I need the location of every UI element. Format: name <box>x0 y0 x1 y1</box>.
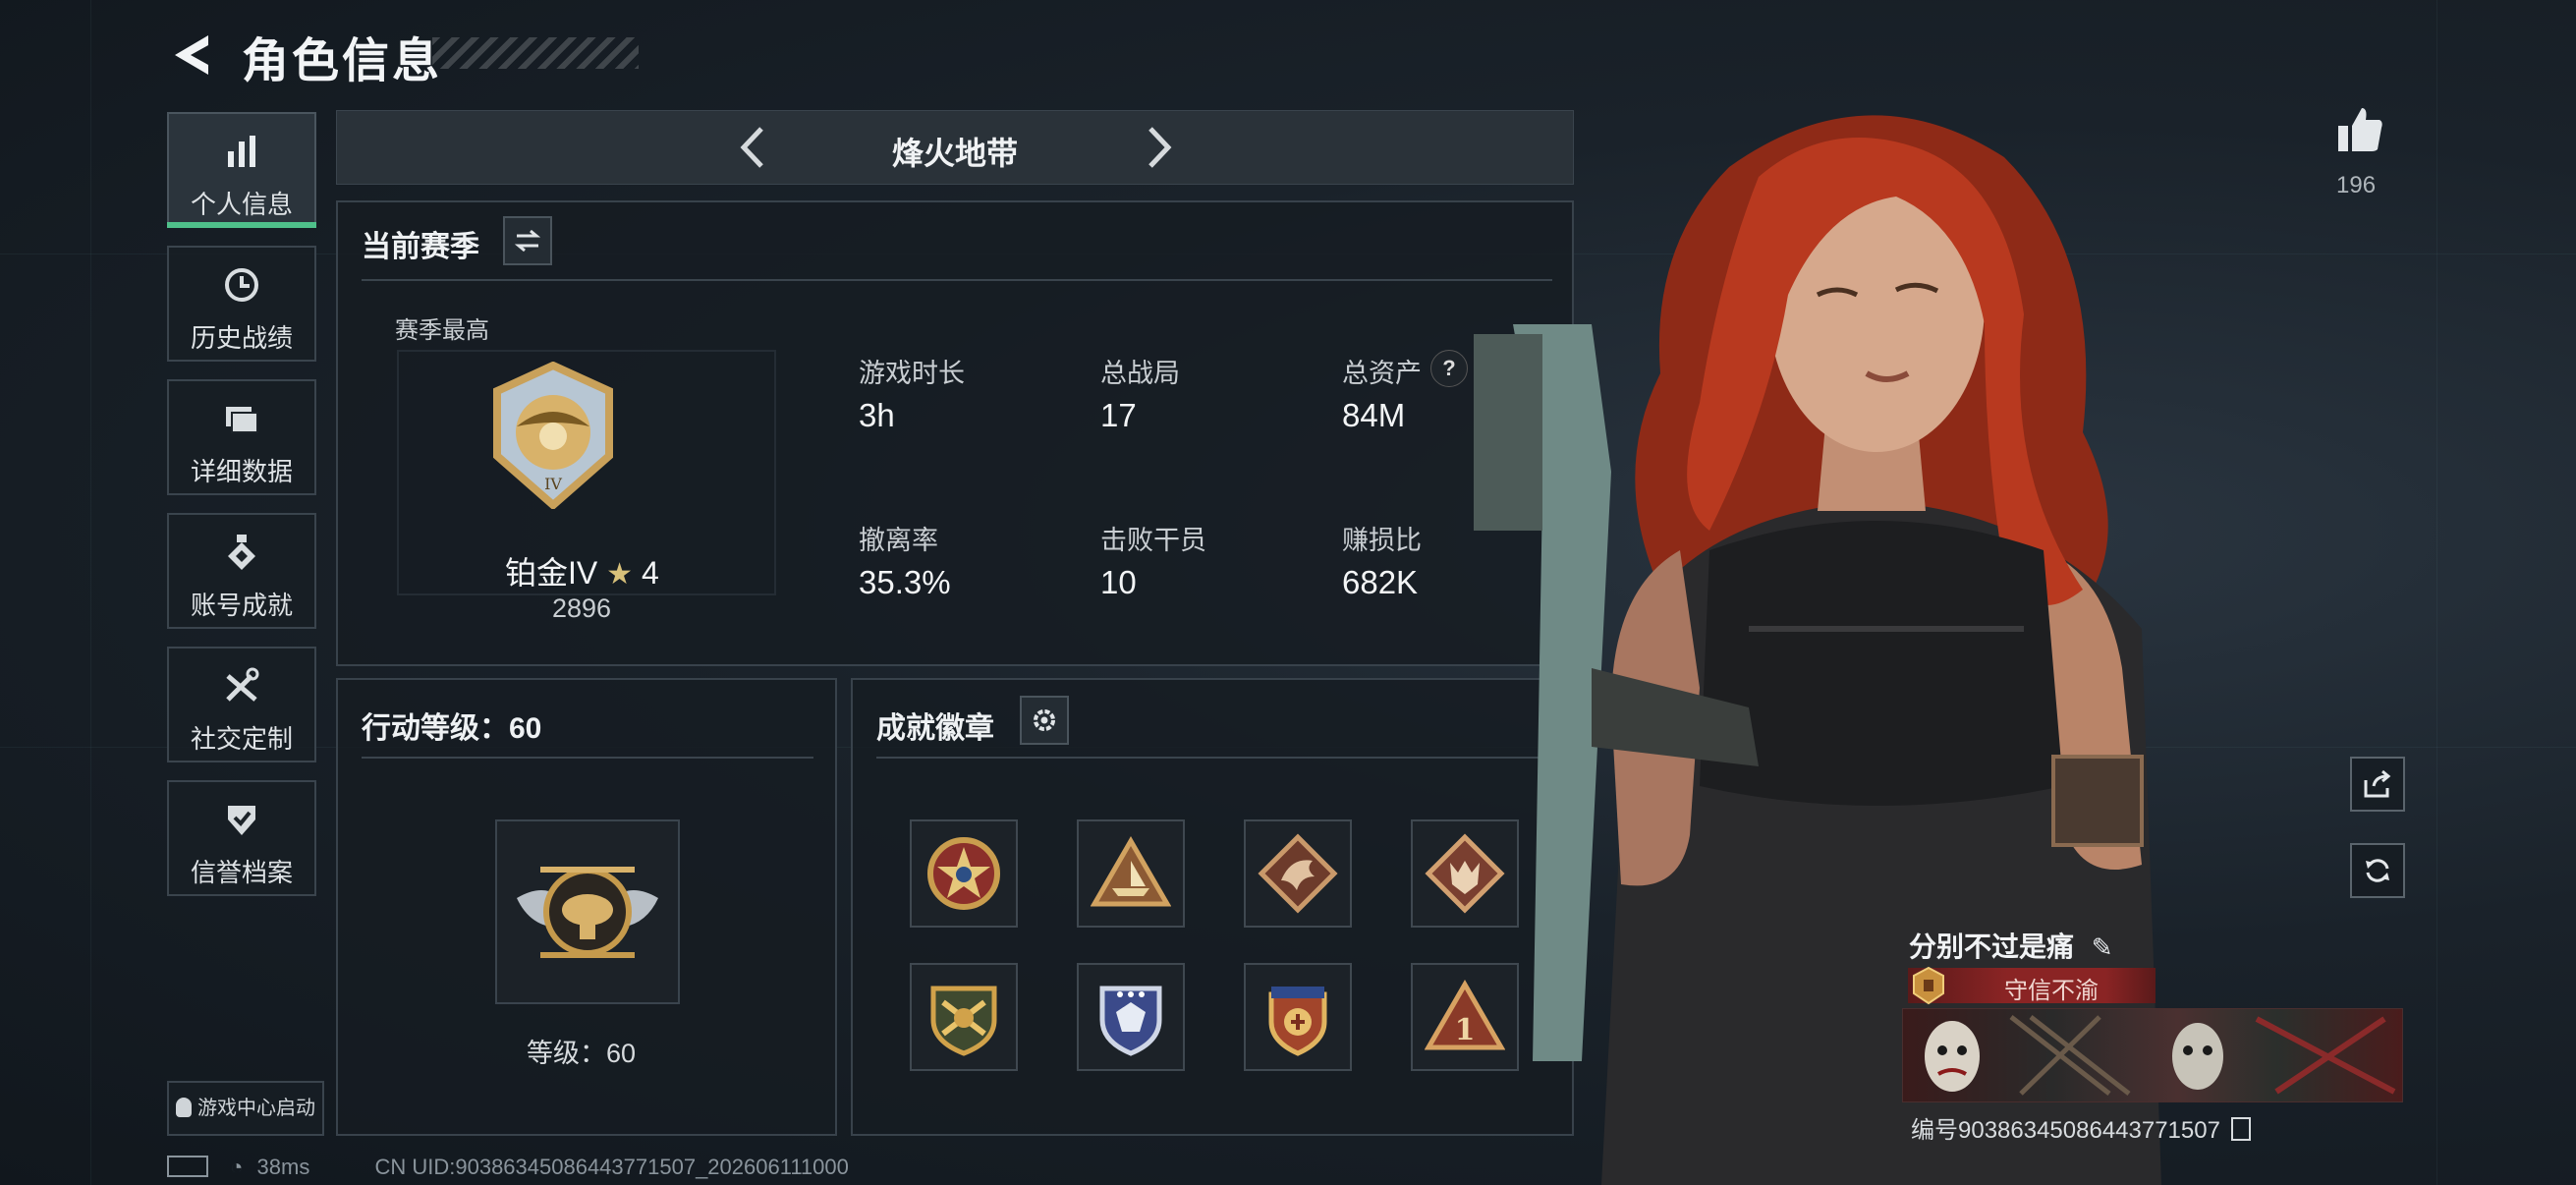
crossed-shield-badge-icon <box>930 986 997 1056</box>
rank-emblem: IV <box>493 362 613 509</box>
back-arrow-icon[interactable] <box>167 29 218 81</box>
stat-label: 游戏时长 <box>859 359 965 388</box>
status-bar: ◔ 38ms CN UID:903863450864437715​07_2026… <box>167 1155 849 1180</box>
switch-season-button[interactable] <box>503 216 552 265</box>
sidebar-item-social[interactable]: 社交定制 <box>167 647 316 762</box>
page-title: 角色信息 <box>242 35 443 87</box>
active-indicator <box>167 222 316 228</box>
rank-name: 铂金IV <box>505 555 598 591</box>
stat-value: 35.3% <box>859 564 951 600</box>
achievement-badge[interactable] <box>1244 819 1352 928</box>
mode-title: 烽火地带 <box>891 136 1018 171</box>
level-text: 等级：60 <box>527 1039 637 1068</box>
bar-chart-icon <box>228 136 255 167</box>
star-wreath-badge-icon <box>927 837 1000 910</box>
chevron-right-icon[interactable] <box>1133 123 1182 172</box>
stat-value: 3h <box>859 397 895 433</box>
divider <box>362 757 813 759</box>
emblem-stars-badge-icon <box>1268 987 1327 1056</box>
refresh-button[interactable] <box>2350 843 2405 898</box>
stat-value: 17 <box>1100 397 1137 433</box>
penguin-icon <box>176 1098 192 1117</box>
rank-stars: 4 <box>641 555 659 591</box>
copy-icon[interactable] <box>2230 1117 2251 1141</box>
stat-label: 总战局 <box>1100 359 1180 388</box>
dragon-diamond-badge-icon <box>1258 833 1338 914</box>
svg-text:IV: IV <box>544 475 562 493</box>
stat-label: 赚损比 <box>1342 526 1422 555</box>
sidebar-item-achievements[interactable]: 账号成就 <box>167 513 316 629</box>
folder-icon <box>226 407 258 433</box>
achievements-title: 成就徽章 <box>876 712 994 745</box>
stat-value: 10 <box>1100 564 1137 600</box>
badge-settings-button[interactable] <box>1020 696 1069 745</box>
mode-selector: 烽火地带 <box>336 110 1574 185</box>
helicopter-badge-icon <box>517 867 658 958</box>
shield-check-icon <box>228 806 255 835</box>
horror-masks-banner-art <box>1925 1015 2396 1096</box>
achievement-badge[interactable] <box>910 819 1018 928</box>
latency-text: 38ms <box>256 1155 310 1179</box>
title-decoration <box>432 37 639 69</box>
achievement-badge[interactable] <box>1077 963 1185 1071</box>
sidebar-item-label: 个人信息 <box>190 190 293 219</box>
sidebar-item-label: 账号成就 <box>190 591 293 620</box>
achievement-badge[interactable] <box>1077 819 1185 928</box>
gear-icon <box>1034 709 1055 731</box>
uid-line: CN UID:903863450864437715​07_20260611100… <box>374 1155 849 1179</box>
divider <box>876 757 1552 759</box>
level-badge-frame <box>495 819 680 1004</box>
action-level-panel: 行动等级：60 等级：60 <box>336 678 837 1136</box>
title-medal-icon <box>1913 966 1944 1005</box>
medal-icon <box>228 535 255 570</box>
game-center-label: 游戏中心启动 <box>197 1098 315 1119</box>
share-button[interactable] <box>2350 757 2405 812</box>
sidebar-item-label: 社交定制 <box>190 724 293 754</box>
stat-label: 击败干员 <box>1100 526 1206 555</box>
sidebar-item-detailed-data[interactable]: 详细数据 <box>167 379 316 495</box>
like-count: 196 <box>2336 172 2377 198</box>
share-icon <box>2364 769 2391 798</box>
sidebar-item-label: 详细数据 <box>190 457 293 486</box>
player-name-text: 分别不过是痛 <box>1909 931 2075 962</box>
swap-icon <box>514 229 541 253</box>
thumbs-up-icon[interactable] <box>2334 104 2385 155</box>
player-name: 分别不过是痛 ✎ <box>1909 926 2113 965</box>
game-center-button[interactable]: 游戏中心启动 <box>167 1081 324 1136</box>
rank-score: 2896 <box>552 593 612 623</box>
sidebar-item-credit[interactable]: 信誉档案 <box>167 780 316 896</box>
stat-value: 84M <box>1342 397 1406 433</box>
achievement-badge[interactable] <box>1244 963 1352 1071</box>
refresh-icon <box>2366 859 2389 882</box>
stat-label: 撤离率 <box>859 526 938 555</box>
season-title: 当前赛季 <box>362 231 479 263</box>
stat-label: 总资产 <box>1342 359 1422 388</box>
season-best-label: 赛季最高 <box>395 317 489 344</box>
sidebar-item-label: 历史战绩 <box>190 323 293 353</box>
player-uid: 编号903863450864437715​07 <box>1911 1110 2251 1145</box>
ship-triangle-badge-icon <box>1091 836 1171 907</box>
player-uid-text: 编号903863450864437715​07 <box>1911 1117 2220 1144</box>
edit-icon[interactable]: ✎ <box>2092 932 2113 963</box>
rank-row: 铂金IV ★ 4 <box>505 548 659 593</box>
battery-icon <box>167 1156 208 1177</box>
clock-history-icon <box>225 268 258 302</box>
blue-shield-badge-icon <box>1099 986 1162 1056</box>
stat-value: 682K <box>1342 564 1419 600</box>
achievement-badge[interactable] <box>910 963 1018 1071</box>
player-title-tag: 守信不渝 <box>2004 978 2099 1004</box>
sidebar-item-label: 信誉档案 <box>190 858 293 887</box>
action-level-title: 行动等级：60 <box>362 712 542 745</box>
wifi-icon: ◔ <box>230 1155 244 1179</box>
profile-banner[interactable] <box>1902 1008 2403 1102</box>
sidebar-item-history[interactable]: 历史战绩 <box>167 246 316 362</box>
sidebar-item-personal-info[interactable]: 个人信息 <box>167 112 316 228</box>
star-icon: ★ <box>606 558 634 591</box>
tools-icon <box>226 667 259 702</box>
divider <box>362 279 1552 281</box>
season-panel: 当前赛季 赛季最高 IV 铂金IV ★ 4 2896 游戏时长 3h 总战局 1… <box>336 200 1574 666</box>
